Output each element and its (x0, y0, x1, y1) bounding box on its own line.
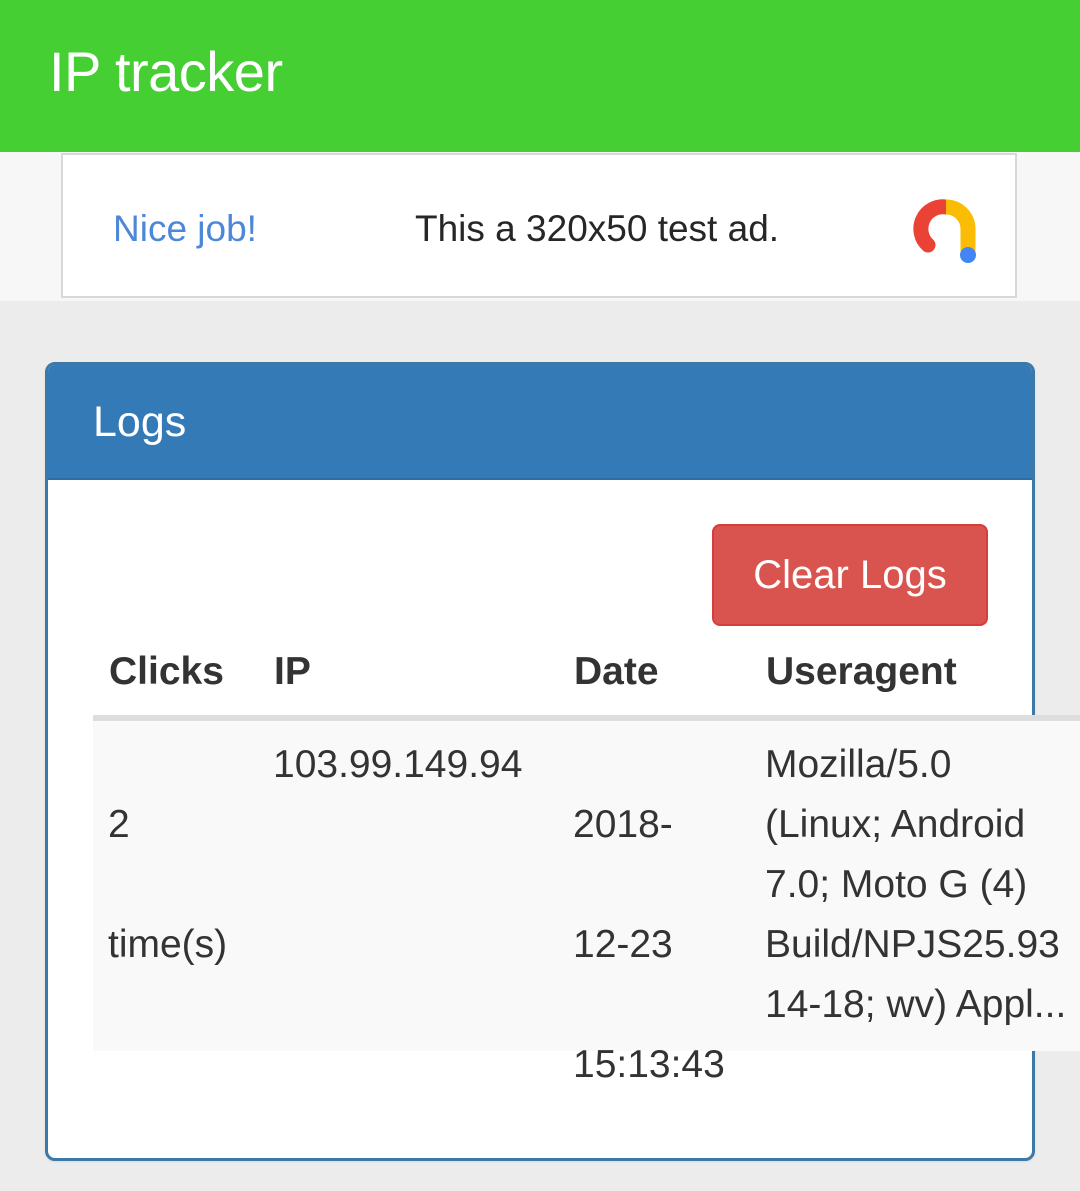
cell-date: 2018- 12-23 15:13:43 (573, 735, 725, 1155)
logs-panel-title: Logs (93, 398, 187, 446)
ad-cta-text[interactable]: Nice job! (113, 207, 257, 251)
cell-useragent-line: 7.0; Moto G (4) (765, 863, 1028, 906)
google-ads-logo-icon (913, 199, 976, 263)
cell-date-line: 12-23 (573, 923, 673, 966)
cell-useragent: Mozilla/5.0 (Linux; Android 7.0; Moto G … (765, 735, 1066, 1035)
cell-clicks-line: 2 (108, 803, 130, 846)
column-header-clicks: Clicks (109, 650, 224, 693)
app-bar: IP tracker (0, 0, 1080, 152)
ad-body-text: This a 320x50 test ad. (415, 208, 780, 249)
cell-clicks-line: time(s) (108, 923, 228, 966)
column-header-date: Date (574, 650, 659, 693)
app-title: IP tracker (49, 40, 283, 103)
logs-panel-heading: Logs (48, 365, 1032, 480)
cell-clicks: 2 time(s) (108, 735, 227, 1035)
cell-useragent-line: Build/NPJS25.93 (765, 923, 1060, 966)
column-header-useragent: Useragent (766, 650, 957, 693)
cell-useragent-line: (Linux; Android (765, 803, 1026, 846)
cell-date-line: 15:13:43 (573, 1043, 725, 1086)
test-ad-banner[interactable]: Nice job! This a 320x50 test ad. (61, 153, 1017, 298)
cell-date-line: 2018- (573, 803, 673, 846)
cell-useragent-line: 14-18; wv) Appl... (765, 983, 1067, 1026)
clear-logs-button[interactable]: Clear Logs (712, 524, 988, 626)
column-header-ip: IP (274, 650, 311, 693)
cell-useragent-line: Mozilla/5.0 (765, 743, 952, 786)
cell-ip: 103.99.149.94 (273, 743, 523, 786)
